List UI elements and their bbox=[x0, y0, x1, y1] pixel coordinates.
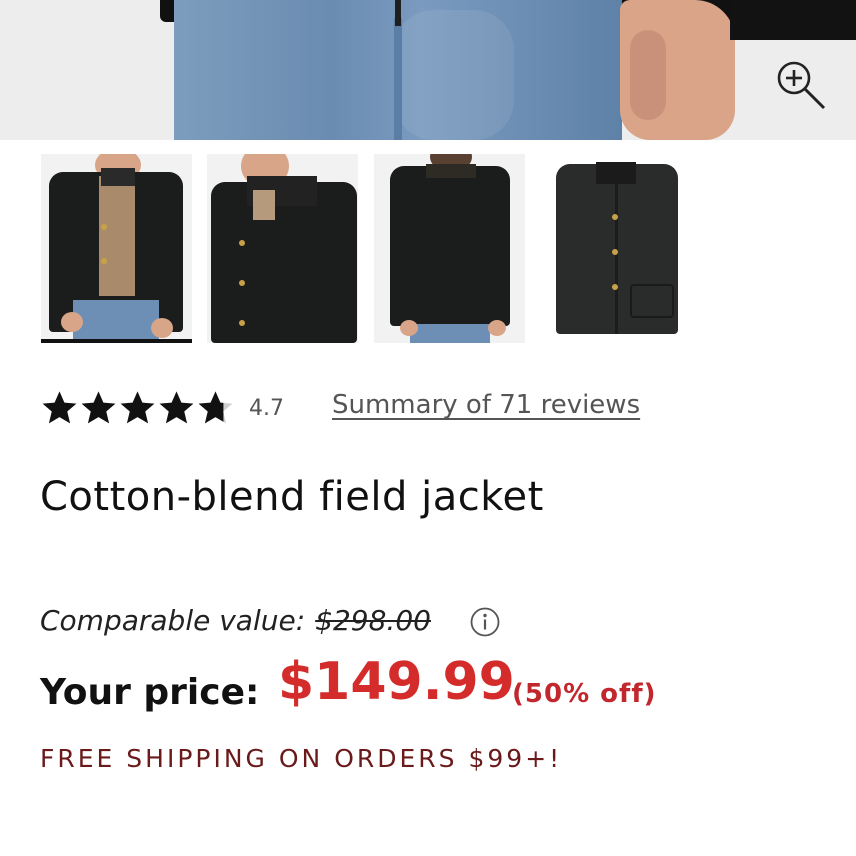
star-icon bbox=[42, 391, 77, 424]
selected-thumbnail-indicator bbox=[41, 339, 192, 343]
info-icon[interactable] bbox=[469, 606, 501, 638]
comparable-price: $298.00 bbox=[315, 604, 431, 637]
rating: 4.7 bbox=[40, 388, 284, 428]
jacket-sleeve bbox=[730, 0, 856, 40]
thumbnail-flat-lay[interactable] bbox=[540, 154, 691, 343]
star-icon bbox=[159, 391, 194, 424]
thumbnail-back[interactable] bbox=[374, 154, 525, 343]
star-icon bbox=[81, 391, 116, 424]
sale-price: $149.99 bbox=[278, 652, 515, 712]
jeans-seam bbox=[394, 18, 402, 140]
your-price-label: Your price: bbox=[40, 672, 260, 713]
discount-percent: (50% off) bbox=[512, 679, 657, 709]
zoom-in-icon[interactable] bbox=[774, 58, 828, 112]
thumbnail-side[interactable] bbox=[207, 154, 358, 343]
star-icon-partial bbox=[198, 391, 233, 424]
free-shipping-banner: FREE SHIPPING ON ORDERS $99+! bbox=[40, 744, 563, 773]
comparable-value: Comparable value: $298.00 bbox=[40, 604, 431, 637]
rating-value: 4.7 bbox=[249, 395, 284, 421]
star-rating bbox=[40, 389, 235, 427]
main-product-image[interactable] bbox=[0, 0, 856, 140]
comparable-label: Comparable value: bbox=[40, 604, 306, 637]
product-title: Cotton-blend field jacket bbox=[40, 474, 544, 520]
hand bbox=[620, 0, 735, 140]
reviews-summary-link[interactable]: Summary of 71 reviews bbox=[332, 390, 640, 420]
star-icon bbox=[120, 391, 155, 424]
thumbnail-front[interactable] bbox=[41, 154, 192, 343]
